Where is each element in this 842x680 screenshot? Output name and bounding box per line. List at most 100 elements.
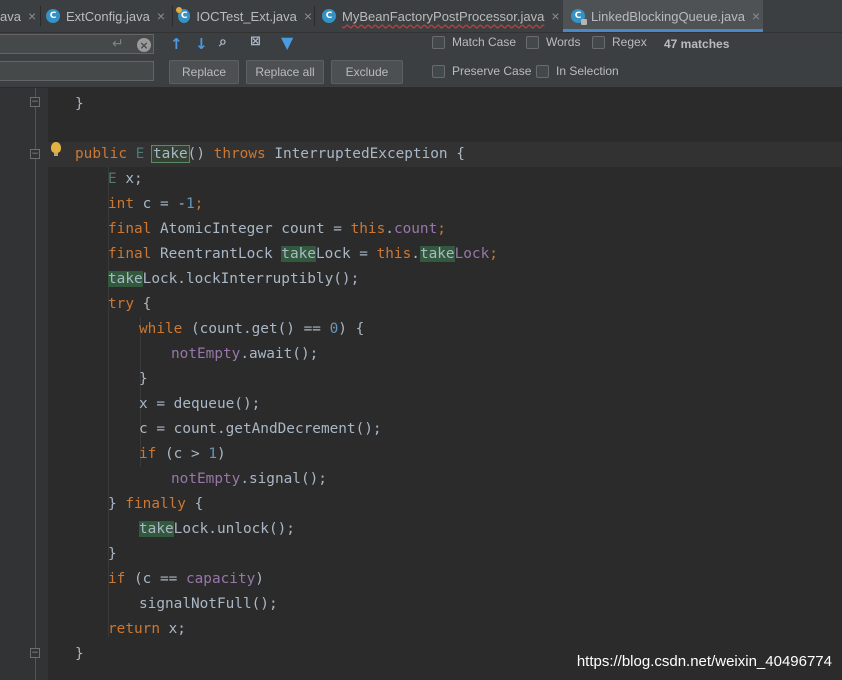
match-case-checkbox[interactable] [432, 35, 445, 49]
semicolon: ; [437, 221, 446, 237]
code-text: x = dequeue(); [139, 396, 261, 412]
find-all-icon[interactable]: ⌕ [219, 34, 227, 50]
replace-field[interactable] [0, 61, 154, 81]
class-icon: C [46, 9, 60, 23]
tab-ava[interactable]: ava × [0, 0, 38, 32]
close-icon[interactable]: × [157, 8, 165, 24]
search-match: take [139, 521, 174, 537]
code-text: (count.get() == [182, 321, 330, 337]
in-selection-option[interactable]: In Selection [536, 64, 619, 78]
find-replace-bar: ↵ × ↑ ↓ ⌕ ⊠ ▼ Match Case Words Regex 47 … [0, 33, 842, 88]
field: capacity [185, 571, 256, 587]
code-text: Lock.unlock(); [173, 521, 295, 537]
replace-button[interactable]: Replace [169, 60, 239, 84]
regex-checkbox[interactable] [592, 35, 605, 49]
code-line: } [139, 367, 148, 392]
regex-option[interactable]: Regex [592, 35, 647, 49]
code-line: x = dequeue(); [139, 392, 260, 417]
number: 1 [208, 446, 217, 462]
close-icon[interactable]: × [752, 8, 760, 24]
match-count: 47 matches [664, 37, 730, 51]
close-icon[interactable]: × [304, 8, 312, 24]
regex-label: Regex [612, 35, 647, 49]
type-param: E [135, 146, 145, 162]
tab-extconfig[interactable]: C ExtConfig.java × [46, 0, 170, 32]
code-text: ) { [338, 321, 365, 337]
code-text: . [411, 246, 420, 262]
close-icon[interactable]: × [551, 8, 559, 24]
code-text: AtomicInteger count = [151, 221, 351, 237]
code-text: ReentrantLock [151, 246, 282, 262]
code-text: = [350, 246, 377, 262]
words-checkbox[interactable] [526, 35, 539, 49]
select-all-occurrences-icon[interactable]: ⊠ [250, 34, 261, 49]
keyword: return [108, 621, 160, 637]
code-text: c = count.getAndDecrement(); [139, 421, 382, 437]
code-text: x; [116, 171, 143, 187]
code-text: ) [216, 446, 226, 462]
code-line: notEmpty.await(); [171, 342, 318, 367]
search-field[interactable]: ↵ × [0, 34, 154, 54]
replace-all-button[interactable]: Replace all [246, 60, 324, 84]
code-line: if (c > 1) [139, 442, 226, 467]
preserve-case-checkbox[interactable] [432, 64, 445, 78]
code-line: takeLock.unlock(); [139, 517, 295, 542]
editor-gutter [0, 88, 48, 680]
code-line: } [75, 92, 84, 117]
preserve-case-option[interactable]: Preserve Case [432, 64, 531, 78]
match-case-option[interactable]: Match Case [432, 35, 516, 49]
tab-mybeanfactorypostprocessor[interactable]: C MyBeanFactoryPostProcessor.java × [322, 0, 562, 32]
in-selection-checkbox[interactable] [536, 64, 549, 78]
search-match: take [281, 246, 316, 262]
keyword: this [376, 246, 412, 262]
brace: } [139, 371, 148, 387]
clear-icon[interactable]: × [137, 38, 151, 52]
code-text: Lock.lockInterruptibly(); [142, 271, 360, 287]
code-text: (c > [156, 446, 209, 462]
field: notEmpty [171, 346, 241, 362]
keyword: try [108, 296, 134, 312]
keyword: if [139, 446, 157, 462]
code-line: if (c == capacity) [108, 567, 264, 592]
code-text: () [187, 146, 205, 162]
tab-label: LinkedBlockingQueue.java [591, 8, 745, 24]
lightbulb-icon[interactable] [51, 142, 61, 156]
code-text: . [385, 221, 394, 237]
tab-ioctest-ext[interactable]: C IOCTest_Ext.java × [175, 0, 312, 32]
code-line: notEmpty.signal(); [171, 467, 327, 492]
code-text: (c == [125, 571, 186, 587]
code-text: x; [159, 621, 186, 637]
class-gear-icon: C [175, 7, 191, 23]
code-line: public E take() throws InterruptedExcept… [75, 142, 465, 167]
filter-icon[interactable]: ▼ [281, 33, 293, 52]
code-line: } [108, 542, 117, 567]
fold-icon[interactable]: − [30, 149, 40, 159]
in-selection-label: In Selection [556, 64, 619, 78]
next-occurrence-icon[interactable]: ↓ [195, 35, 208, 53]
code-line: takeLock.lockInterruptibly(); [108, 267, 359, 292]
code-text: { [134, 296, 152, 312]
code-text: { [185, 496, 204, 512]
watermark: https://blog.csdn.net/weixin_40496774 [576, 653, 832, 670]
keyword: throws [213, 146, 266, 162]
code-text: ) [255, 571, 264, 587]
keyword: int [108, 196, 134, 212]
tab-label: ExtConfig.java [66, 8, 150, 24]
code-text: .signal(); [240, 471, 327, 487]
exclude-button[interactable]: Exclude [331, 60, 403, 84]
code-editor[interactable]: − − − } public E take() throws Interrupt… [0, 88, 842, 680]
words-label: Words [546, 35, 581, 49]
fold-icon[interactable]: − [30, 97, 40, 107]
field: notEmpty [171, 471, 241, 487]
preserve-case-label: Preserve Case [452, 64, 532, 78]
close-icon[interactable]: × [28, 8, 36, 24]
brace: } [108, 546, 117, 562]
number: 0 [329, 321, 339, 337]
code-line: while (count.get() == 0) { [139, 317, 364, 342]
code-line: return x; [108, 617, 186, 642]
fold-icon[interactable]: − [30, 648, 40, 658]
words-option[interactable]: Words [526, 35, 580, 49]
previous-occurrence-icon[interactable]: ↑ [170, 35, 183, 53]
keyword: public [75, 146, 127, 162]
tab-linkedblockingqueue[interactable]: C LinkedBlockingQueue.java × [563, 0, 763, 32]
